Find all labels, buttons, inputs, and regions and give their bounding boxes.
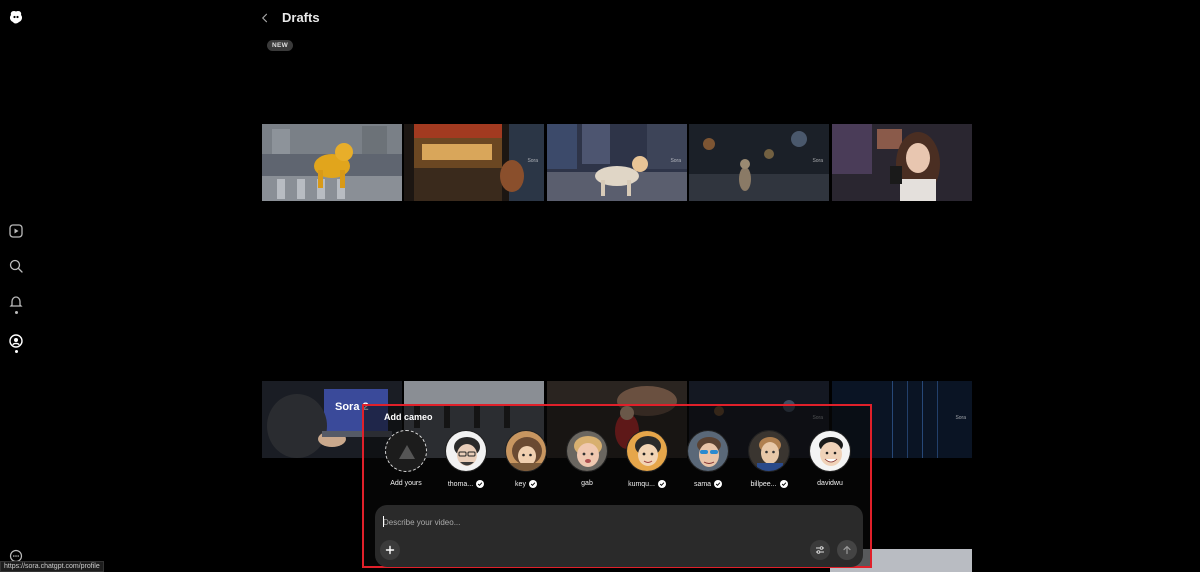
logo-icon[interactable]	[8, 9, 24, 25]
add-cameo-title: Add cameo	[384, 412, 433, 422]
avatar	[687, 430, 729, 472]
draft-video-tile[interactable]: Sora	[689, 124, 829, 201]
avatar	[809, 430, 851, 472]
arrow-up-icon	[843, 545, 851, 555]
cameo-item[interactable]: gab	[562, 430, 612, 492]
verified-icon	[714, 480, 723, 488]
back-button[interactable]	[256, 9, 274, 27]
bell-icon[interactable]	[8, 294, 24, 310]
sora-watermark: Sora	[527, 158, 538, 164]
cameo-item[interactable]: billpee...	[744, 430, 794, 492]
avatar	[748, 430, 790, 472]
text-caret	[383, 516, 384, 527]
sora-watermark: Sora	[670, 158, 681, 164]
cameo-name: thoma...	[447, 480, 474, 488]
plus-icon	[385, 545, 395, 555]
sidebar	[0, 0, 32, 572]
cameo-name: Add yours	[390, 480, 422, 487]
sora-watermark: Sora	[812, 158, 823, 164]
cameo-add-yours[interactable]: Add yours	[381, 430, 431, 492]
cameo-item[interactable]: davidwu	[805, 430, 855, 492]
cameo-name: davidwu	[817, 480, 843, 487]
prompt-composer	[375, 505, 863, 567]
verified-icon	[779, 480, 788, 488]
verified-icon	[476, 480, 485, 488]
active-dot	[15, 350, 18, 353]
verified-icon	[657, 480, 666, 488]
page-title: Drafts	[282, 10, 320, 25]
play-icon[interactable]	[8, 223, 24, 239]
avatar	[566, 430, 608, 472]
cameo-name: key	[515, 480, 526, 488]
avatar	[626, 430, 668, 472]
draft-video-tile[interactable]: Sora	[547, 124, 687, 201]
cameo-name: billpee...	[750, 480, 777, 488]
notification-dot	[15, 311, 18, 314]
draft-video-tile[interactable]	[832, 124, 972, 201]
cameo-composer-panel: Add cameo Add yours thoma... key gab kum…	[362, 404, 872, 568]
submit-button[interactable]	[837, 540, 857, 560]
sora-watermark: Sora	[955, 415, 966, 421]
cameo-item[interactable]: kumqu...	[622, 430, 672, 492]
add-cameo-avatar	[385, 430, 427, 472]
search-icon[interactable]	[8, 258, 24, 274]
cameo-name: kumqu...	[628, 480, 655, 488]
chevron-left-icon	[261, 13, 268, 23]
new-badge: NEW	[267, 40, 294, 51]
status-bar-url: https://sora.chatgpt.com/profile	[0, 561, 104, 572]
add-media-button[interactable]	[380, 540, 400, 560]
prompt-input[interactable]	[383, 515, 843, 529]
avatar	[445, 430, 487, 472]
cameo-name: sama	[693, 480, 712, 488]
cameo-item[interactable]: key	[501, 430, 551, 492]
cameo-name: gab	[581, 480, 593, 487]
settings-button[interactable]	[810, 540, 830, 560]
draft-video-tile[interactable]: Sora	[404, 124, 544, 201]
sliders-icon	[816, 546, 824, 554]
draft-video-tile[interactable]	[262, 124, 402, 201]
cameo-item[interactable]: thoma...	[441, 430, 491, 492]
verified-icon	[528, 480, 537, 488]
cameo-item[interactable]: sama	[683, 430, 733, 492]
profile-icon[interactable]	[8, 333, 24, 349]
avatar	[505, 430, 547, 472]
